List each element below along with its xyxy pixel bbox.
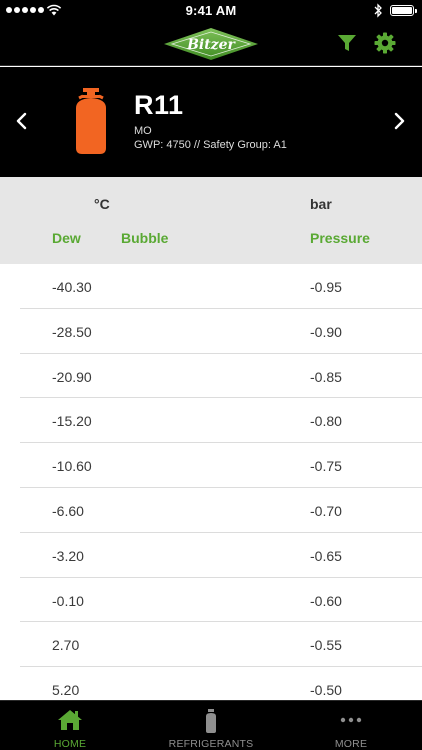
status-bar: 9:41 AM <box>0 0 422 22</box>
pressure-cell: -0.95 <box>310 279 342 295</box>
dew-temperature-cell: -0.10 <box>52 592 84 609</box>
refrigerant-header: R11 MO GWP: 4750 // Safety Group: A1 <box>0 67 422 177</box>
table-row: -6.60 -0.70 <box>0 488 422 533</box>
tab-home-label: HOME <box>53 738 87 750</box>
table-row: -10.60 -0.75 <box>0 443 422 488</box>
refrigerant-name: R11 <box>134 90 184 120</box>
settings-gear-icon[interactable] <box>374 32 396 54</box>
column-dew[interactable]: Dew <box>52 230 81 246</box>
pressure-cell: -0.80 <box>310 413 342 430</box>
pressure-unit-label: bar <box>310 196 332 212</box>
pressure-cell: -0.75 <box>310 458 342 475</box>
nav-bar: Bitzer <box>0 22 422 66</box>
pressure-cell: -0.60 <box>310 592 342 609</box>
temperature-unit-label: °C <box>94 196 110 212</box>
next-refrigerant-chevron-right-icon[interactable] <box>390 111 408 131</box>
refrigerant-bottle-icon <box>76 88 106 154</box>
pressure-cell: -0.65 <box>310 547 342 564</box>
dew-temperature-cell: 5.20 <box>52 682 80 699</box>
tab-more-label: MORE <box>334 738 368 750</box>
column-bubble[interactable]: Bubble <box>121 230 168 246</box>
table-row: -20.90 -0.85 <box>0 354 422 399</box>
dew-temperature-cell: -40.30 <box>52 279 92 295</box>
pressure-cell: -0.50 <box>310 682 342 699</box>
home-icon <box>58 710 82 730</box>
bottle-icon <box>206 709 216 733</box>
dew-temperature-cell: -6.60 <box>52 502 84 519</box>
tab-bar: HOME REFRIGERANTS MORE <box>0 700 422 750</box>
dew-temperature-cell: -20.90 <box>52 368 92 385</box>
table-row: -15.20 -0.80 <box>0 398 422 443</box>
pressure-cell: -0.85 <box>310 368 342 385</box>
filter-icon[interactable] <box>337 33 357 53</box>
table-header: °C bar Dew Bubble Pressure <box>0 177 422 264</box>
refrigerant-gwp-safety: GWP: 4750 // Safety Group: A1 <box>134 139 287 151</box>
table-row: -40.30 -0.95 <box>0 264 422 309</box>
table-row: 2.70 -0.55 <box>0 622 422 667</box>
column-pressure[interactable]: Pressure <box>310 230 370 246</box>
bluetooth-icon <box>374 3 382 18</box>
pressure-cell: -0.55 <box>310 637 342 654</box>
dew-temperature-cell: -15.20 <box>52 413 92 430</box>
status-time: 9:41 AM <box>185 3 237 18</box>
more-icon <box>340 717 362 723</box>
dew-temperature-cell: -28.50 <box>52 323 92 340</box>
tab-home[interactable]: HOME <box>0 701 140 750</box>
pressure-temperature-table[interactable]: -40.30 -0.95 -28.50 -0.90 -20.90 -0.85 -… <box>0 264 422 700</box>
tab-refrigerants-label: REFRIGERANTS <box>168 738 254 750</box>
pressure-cell: -0.90 <box>310 323 342 340</box>
svg-text:Bitzer: Bitzer <box>186 37 236 53</box>
refrigerant-type: MO <box>134 125 152 137</box>
tab-more[interactable]: MORE <box>281 701 421 750</box>
table-row: -28.50 -0.90 <box>0 309 422 354</box>
dew-temperature-cell: -3.20 <box>52 547 84 564</box>
dew-temperature-cell: 2.70 <box>52 637 80 654</box>
battery-icon <box>390 5 417 16</box>
previous-refrigerant-chevron-left-icon[interactable] <box>13 111 31 131</box>
bitzer-logo: Bitzer <box>164 28 258 60</box>
pressure-cell: -0.70 <box>310 502 342 519</box>
table-row: 5.20 -0.50 <box>0 667 422 700</box>
tab-refrigerants[interactable]: REFRIGERANTS <box>141 701 281 750</box>
table-row: -3.20 -0.65 <box>0 533 422 578</box>
dew-temperature-cell: -10.60 <box>52 458 92 475</box>
table-row: -0.10 -0.60 <box>0 578 422 623</box>
